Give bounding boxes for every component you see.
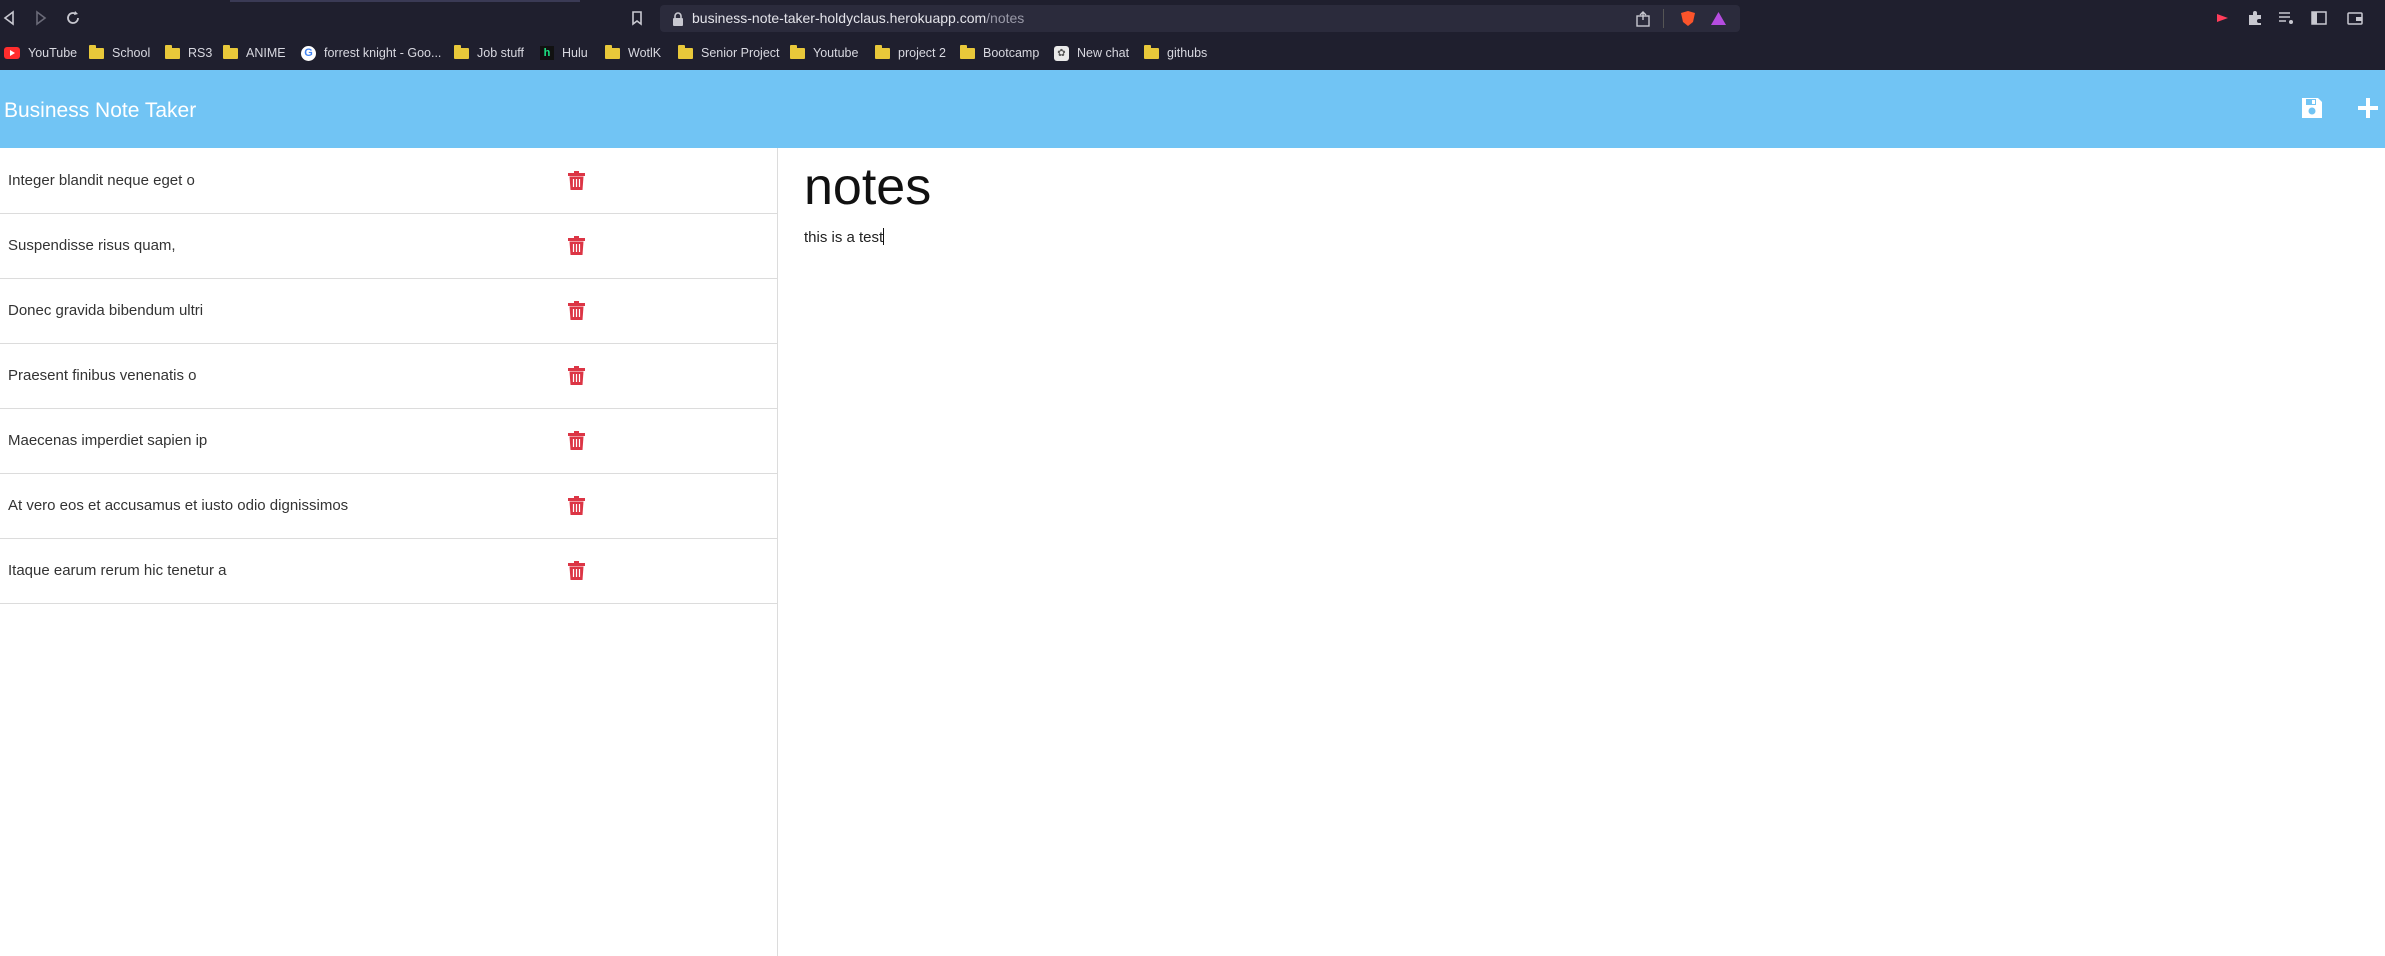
note-text: this is a test [804,229,884,246]
folder-icon [89,44,104,59]
folder-icon [1144,44,1159,59]
note-title: Praesent finibus venenatis o [8,367,197,384]
save-icon[interactable] [2300,96,2326,122]
note-text-area[interactable]: this is a test [804,228,885,248]
folder-icon [165,44,180,59]
bookmark-hulu[interactable]: h Hulu [540,36,588,70]
list-item[interactable]: Integer blandit neque eget o [0,148,777,214]
bookmark-youtube[interactable]: YouTube [4,36,77,70]
text-caret [883,228,885,245]
hulu-icon: h [540,46,554,60]
extension-icon[interactable] [2214,9,2232,27]
app-title[interactable]: Business Note Taker [4,70,196,152]
note-title: Itaque earum rerum hic tenetur a [8,562,227,579]
browser-toolbar: business-note-taker-holdyclaus.herokuapp… [0,0,2385,36]
folder-icon [790,44,805,59]
trash-icon[interactable] [568,171,585,190]
list-item[interactable]: At vero eos et accusamus et iusto odio d… [0,473,777,539]
bookmark-school[interactable]: School [89,36,150,70]
note-title: Integer blandit neque eget o [8,172,195,189]
list-item[interactable]: Itaque earum rerum hic tenetur a [0,538,777,604]
url-text: business-note-taker-holdyclaus.herokuapp… [692,10,1025,26]
back-icon[interactable] [0,8,20,28]
list-item[interactable]: Suspendisse risus quam, [0,213,777,279]
bookmark-project-2[interactable]: project 2 [875,36,946,70]
active-tab-indicator [230,0,580,2]
app-header: Business Note Taker [0,70,2385,148]
trash-icon[interactable] [568,301,585,320]
lock-icon [672,12,684,31]
folder-icon [960,44,975,59]
bookmark-youtube-folder[interactable]: Youtube [790,36,858,70]
trash-icon[interactable] [568,561,585,580]
note-title-input[interactable]: notes [804,156,931,218]
bookmark-page-icon[interactable] [627,8,647,28]
notes-list: Integer blandit neque eget o Suspendisse… [0,148,778,956]
brave-shield-icon[interactable] [1680,10,1696,32]
trash-icon[interactable] [568,431,585,450]
bookmark-forrest-knight[interactable]: Gforrest knight - Goo... [301,36,441,70]
note-title: Donec gravida bibendum ultri [8,302,204,319]
note-title: Suspendisse risus quam, [8,237,176,254]
brave-rewards-icon[interactable] [1710,11,1727,31]
bookmark-rs3[interactable]: RS3 [165,36,212,70]
sidebar-toggle-icon[interactable] [2310,9,2328,27]
trash-icon[interactable] [568,366,585,385]
google-icon: G [301,45,316,61]
share-icon[interactable] [1635,11,1651,32]
list-item[interactable]: Donec gravida bibendum ultri [0,278,777,344]
reload-icon[interactable] [63,8,83,28]
bookmark-senior-project[interactable]: Senior Project [678,36,780,70]
bookmarks-bar: YouTube School RS3 ANIME Gforrest knight… [0,36,2385,71]
chatgpt-icon: ✿ [1054,45,1069,61]
bookmark-job-stuff[interactable]: Job stuff [454,36,524,70]
trash-icon[interactable] [568,236,585,255]
forward-icon[interactable] [30,8,50,28]
wallet-icon[interactable] [2346,9,2364,27]
folder-icon [454,44,469,59]
bookmark-githubs[interactable]: githubs [1144,36,1207,70]
folder-icon [875,44,890,59]
plus-icon[interactable] [2356,96,2382,122]
puzzle-icon[interactable] [2246,9,2264,27]
note-title: At vero eos et accusamus et iusto odio d… [8,497,349,514]
bookmark-wotlk[interactable]: WotlK [605,36,661,70]
folder-icon [678,44,693,59]
folder-icon [605,44,620,59]
list-item[interactable]: Maecenas imperdiet sapien ip [0,408,777,474]
note-title: Maecenas imperdiet sapien ip [8,432,208,449]
playlist-icon[interactable] [2277,9,2295,27]
address-bar[interactable]: business-note-taker-holdyclaus.herokuapp… [660,5,1740,32]
trash-icon[interactable] [568,496,585,515]
folder-icon [223,44,238,59]
bookmark-new-chat[interactable]: ✿ New chat [1054,36,1129,70]
list-item[interactable]: Praesent finibus venenatis o [0,343,777,409]
bookmark-anime[interactable]: ANIME [223,36,286,70]
url-divider [1663,9,1664,28]
youtube-icon [4,47,20,59]
note-editor: notes this is a test [778,148,2385,956]
bookmark-bootcamp[interactable]: Bootcamp [960,36,1039,70]
